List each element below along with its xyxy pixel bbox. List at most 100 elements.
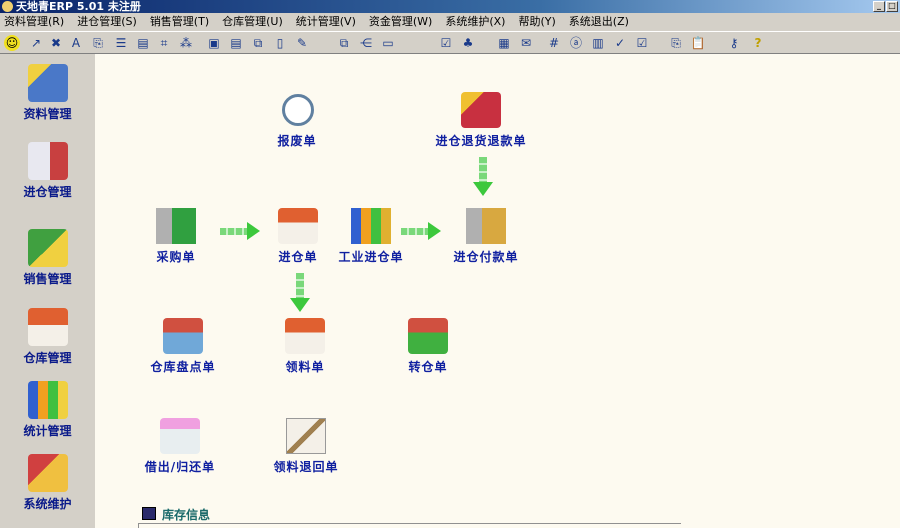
node-label: 报废单 (277, 134, 317, 148)
node-label: 借出/归还单 (144, 460, 216, 474)
ruler-drawing-icon (286, 418, 326, 454)
align2-icon[interactable]: ▤ (228, 35, 244, 51)
calendar-icon (142, 507, 156, 520)
cabinet-money-icon (466, 208, 506, 244)
clock-calendar-icon (277, 92, 317, 128)
menu-system-maintenance[interactable]: 系统维护(X) (445, 13, 505, 31)
hierarchy-icon[interactable]: ♣ (460, 35, 476, 51)
toolbar: ☺ ↗ ✖ A ⎘ ☰ ▤ ⌗ ⁂ ▣ ▤ ⧉ ▯ ✎ ⧉ ⋲ ▭ ☑ ♣ ▦ ✉ # ⓐ ▥ ✓ ☑ ⎘ 📋 ⚷? (0, 31, 900, 54)
smiley-icon[interactable]: ☺ (4, 35, 20, 51)
purchase-return-refund-node[interactable]: 进仓退货退款单 (426, 92, 536, 149)
house-arrow-icon (278, 208, 318, 244)
sidebar-item-data-management[interactable]: 资料管理 (0, 64, 95, 122)
arrow-right-icon (401, 222, 443, 240)
stock-info-title: 库存信息 (162, 508, 211, 522)
calendar-icon[interactable]: ▦ (496, 35, 512, 51)
maximize-button[interactable]: □ (886, 1, 898, 12)
variable-icon[interactable]: ⓐ (568, 35, 584, 51)
warehouse-transfer-node[interactable]: 转仓单 (373, 318, 483, 375)
sales-chart-icon (27, 229, 68, 267)
node-label: 进仓退货退款单 (435, 134, 527, 148)
sidebar-item-system-maintenance[interactable]: 系统维护 (0, 454, 95, 512)
export-icon[interactable]: ⎘ (90, 35, 106, 51)
window-icon[interactable]: ▭ (380, 35, 396, 51)
node-label: 仓库盘点单 (150, 360, 216, 374)
scatter-icon[interactable]: ⁂ (178, 35, 194, 51)
sidebar-item-label: 统计管理 (23, 424, 72, 438)
check-doc-icon[interactable]: ✓ (612, 35, 628, 51)
hash-icon[interactable]: # (546, 35, 562, 51)
menu-data-management[interactable]: 资料管理(R) (4, 13, 64, 31)
network-icon[interactable]: ⧉ (336, 35, 352, 51)
menu-sales-management[interactable]: 销售管理(T) (150, 13, 209, 31)
node-label: 工业进仓单 (338, 250, 404, 264)
checklist-icon[interactable]: ☑ (438, 35, 454, 51)
house-grid-icon (163, 318, 203, 354)
list-icon[interactable]: ☰ (113, 35, 129, 51)
arrow-right-icon (220, 222, 262, 240)
cabinet-money-icon (156, 208, 196, 244)
sidebar: 资料管理 进仓管理 销售管理 仓库管理 统计管理 系统维护 (0, 54, 95, 528)
sidebar-item-label: 系统维护 (23, 497, 72, 511)
menu-bar: 资料管理(R) 进仓管理(S) 销售管理(T) 仓库管理(U) 统计管理(V) … (0, 13, 900, 31)
stock-info-panel (138, 523, 681, 528)
chart-icon[interactable]: ▥ (590, 35, 606, 51)
node-label: 转仓单 (408, 360, 448, 374)
node-label: 采购单 (156, 250, 196, 264)
sidebar-item-statistics-management[interactable]: 统计管理 (0, 381, 95, 439)
stock-in-payment-node[interactable]: 进仓付款单 (431, 208, 541, 265)
group-icon[interactable]: ⧉ (250, 35, 266, 51)
sort-icon[interactable]: ↗ (28, 35, 44, 51)
align-icon[interactable]: ▤ (135, 35, 151, 51)
pen-icon[interactable]: ✎ (294, 35, 310, 51)
inventory-check-node[interactable]: 仓库盘点单 (128, 318, 238, 375)
sidebar-item-stock-in-management[interactable]: 进仓管理 (0, 142, 95, 200)
node-label: 进仓付款单 (453, 250, 519, 264)
delete-record-icon[interactable]: ✖ (48, 35, 64, 51)
purchase-order-node[interactable]: 采购单 (121, 208, 231, 265)
bar-chart-coins-icon (351, 208, 391, 244)
edit-check-icon[interactable]: ☑ (634, 35, 650, 51)
node-label: 领料单 (285, 360, 325, 374)
house-arrow-icon (285, 318, 325, 354)
font-icon[interactable]: A (68, 35, 84, 51)
sidebar-item-label: 仓库管理 (23, 351, 72, 365)
sidebar-item-label: 资料管理 (23, 107, 72, 121)
house-icon (27, 308, 68, 346)
material-return-node[interactable]: 领料退回单 (251, 418, 361, 475)
tree-icon[interactable]: ⋲ (358, 35, 374, 51)
menu-stock-in-management[interactable]: 进仓管理(S) (77, 13, 137, 31)
scrap-order-node[interactable]: 报废单 (242, 92, 352, 149)
sidebar-item-warehouse-management[interactable]: 仓库管理 (0, 308, 95, 366)
node-label: 领料退回单 (273, 460, 339, 474)
paste-icon[interactable]: 📋 (690, 35, 706, 51)
menu-system-exit[interactable]: 系统退出(Z) (569, 13, 629, 31)
sidebar-item-label: 进仓管理 (23, 185, 72, 199)
message-icon[interactable]: ✉ (518, 35, 534, 51)
arrow-down-icon (473, 157, 493, 197)
key-icon[interactable]: ⚷ (726, 35, 742, 51)
help-icon[interactable]: ? (750, 35, 766, 51)
app-icon (2, 1, 13, 12)
frame-icon[interactable]: ⌗ (156, 35, 172, 51)
menu-statistics-management[interactable]: 统计管理(V) (296, 13, 356, 31)
menu-funds-management[interactable]: 资金管理(W) (369, 13, 432, 31)
sidebar-item-sales-management[interactable]: 销售管理 (0, 229, 95, 287)
tools-icon (27, 454, 68, 492)
brush-book-icon (461, 92, 501, 128)
sidebar-item-label: 销售管理 (23, 272, 72, 286)
document-icon[interactable]: ▯ (272, 35, 288, 51)
menu-help[interactable]: 帮助(Y) (518, 13, 555, 31)
houses-transfer-icon (408, 318, 448, 354)
material-requisition-node[interactable]: 领料单 (250, 318, 360, 375)
copy-icon[interactable]: ⎘ (668, 35, 684, 51)
minimize-button[interactable]: _ (873, 1, 885, 12)
pencil-paper-icon (160, 418, 200, 454)
arrow-down-icon (290, 273, 310, 313)
menu-warehouse-management[interactable]: 仓库管理(U) (222, 13, 283, 31)
window-title: 天地青ERP 5.01 未注册 (16, 0, 141, 13)
bar-chart-icon (27, 381, 68, 419)
camera-icon[interactable]: ▣ (206, 35, 222, 51)
person-document-icon (27, 142, 68, 180)
lend-return-node[interactable]: 借出/归还单 (125, 418, 235, 475)
